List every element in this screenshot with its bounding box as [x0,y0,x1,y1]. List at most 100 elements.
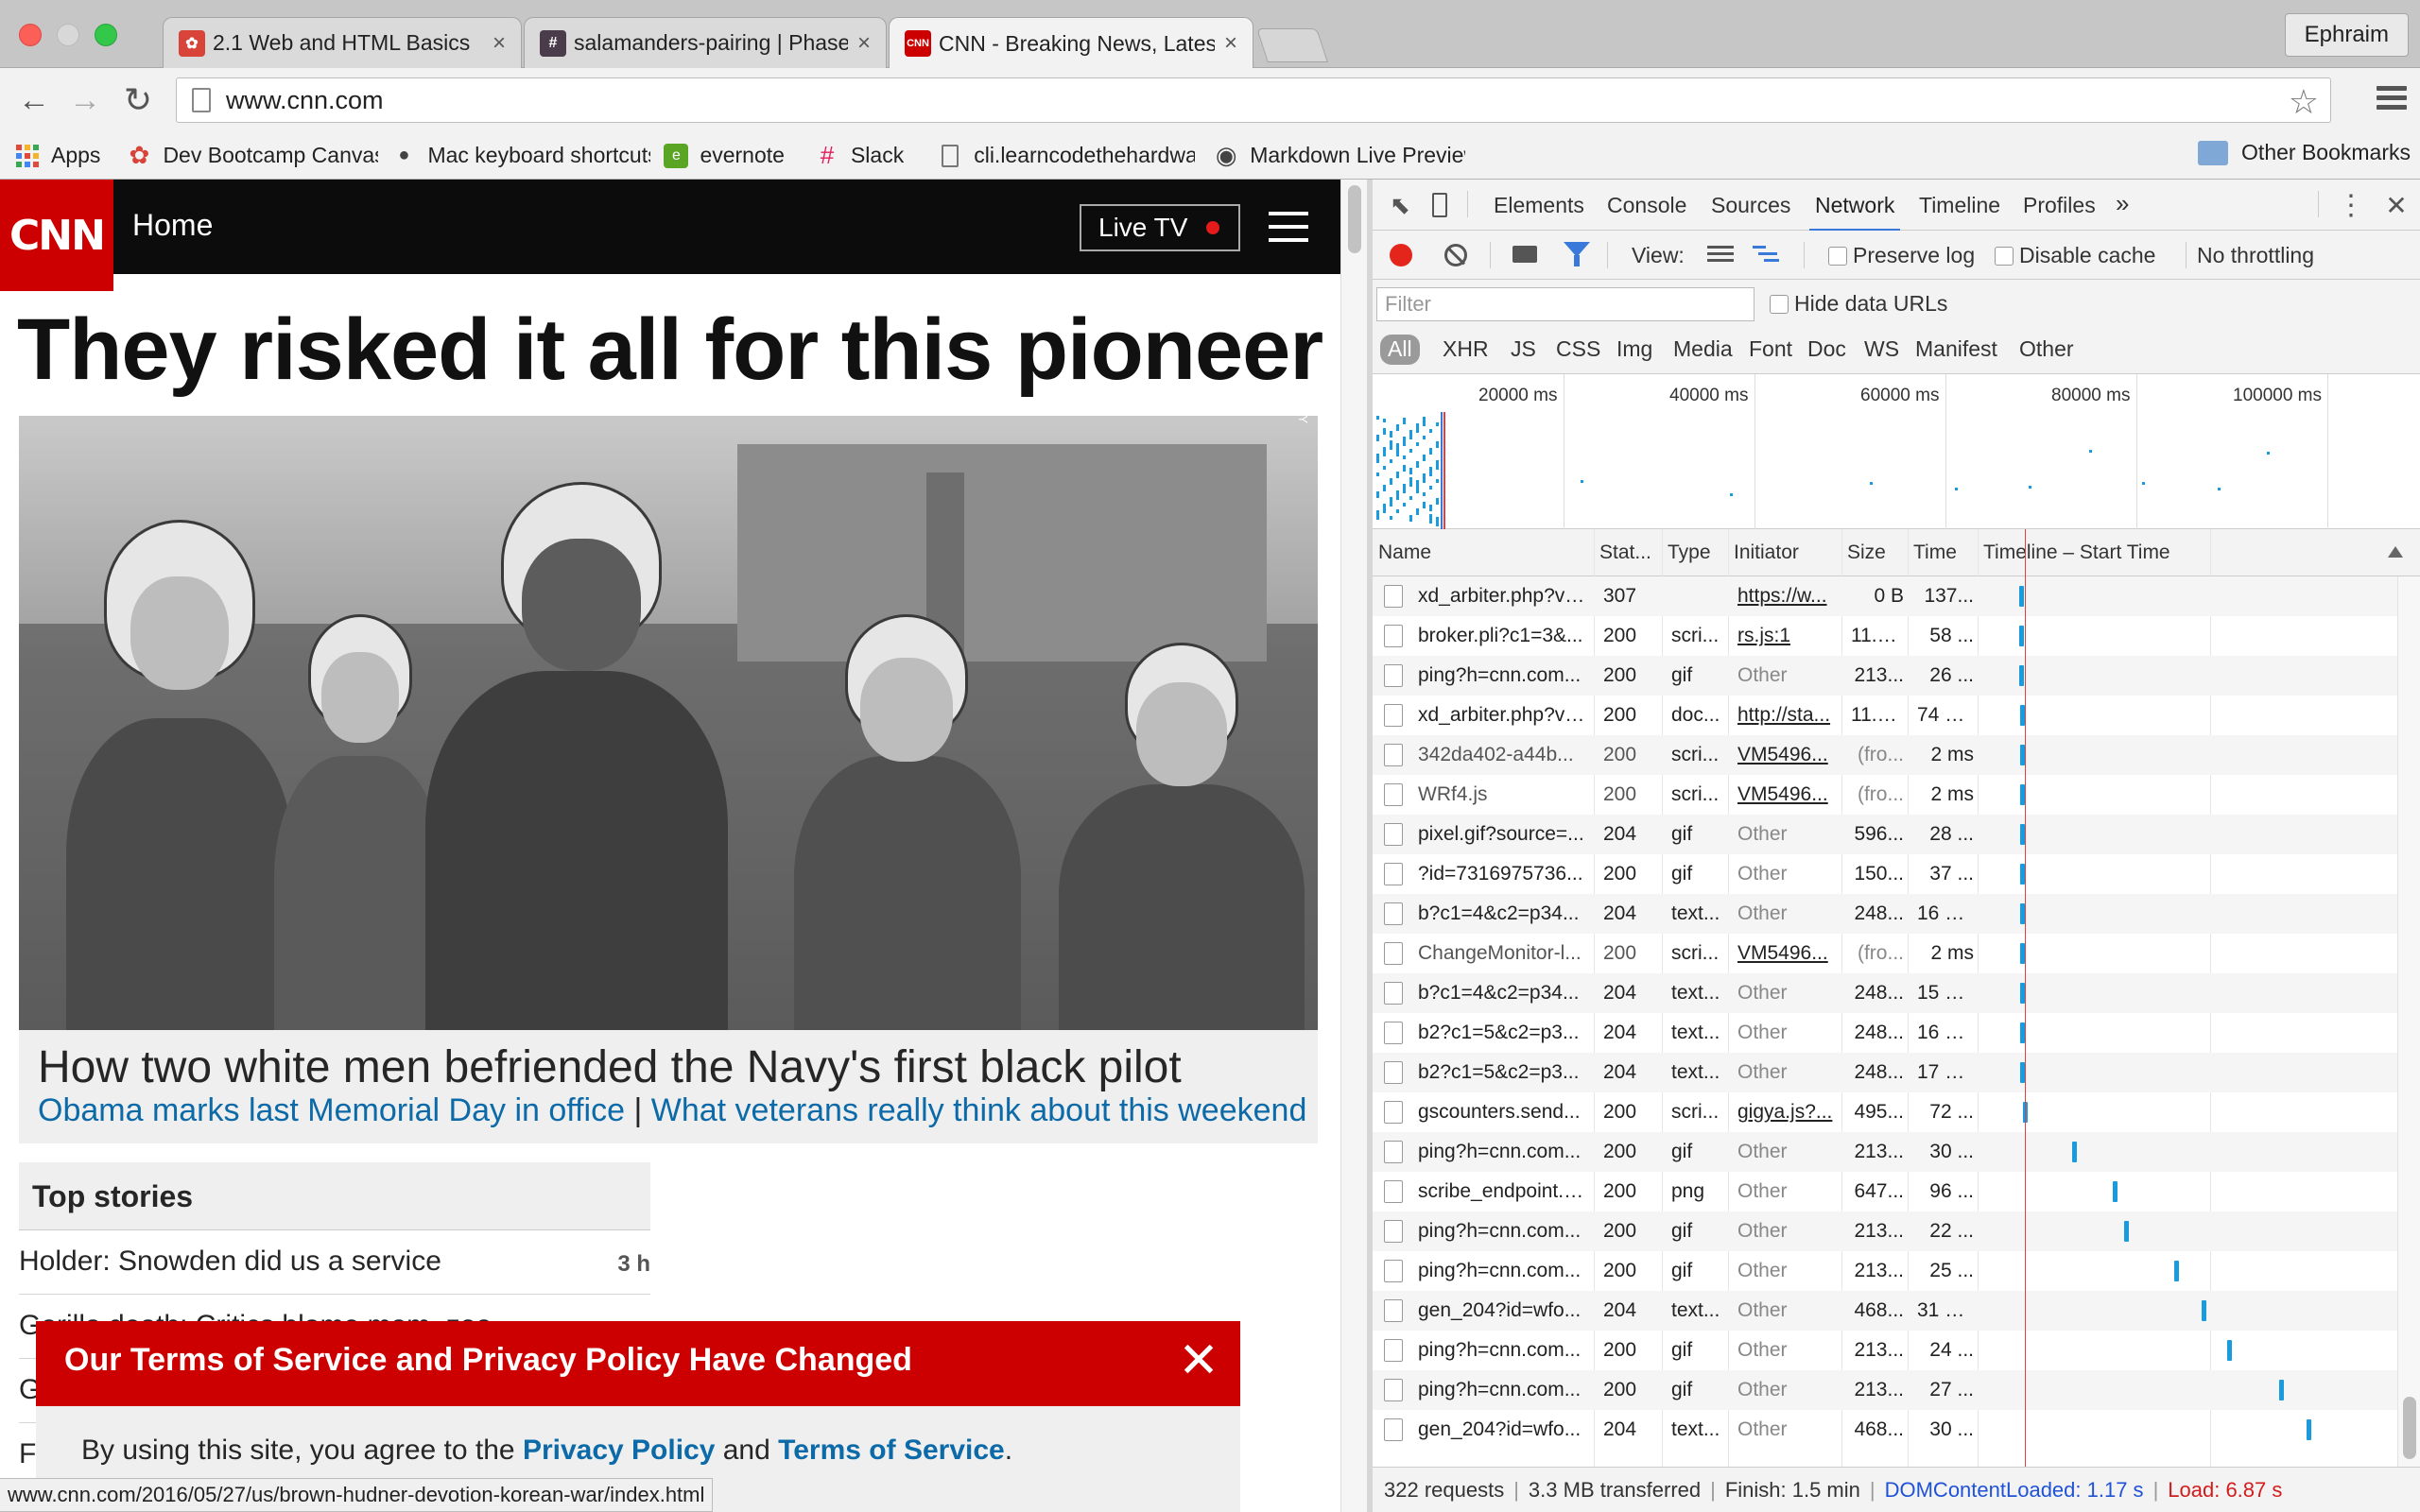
tab-network[interactable]: Network [1808,193,1901,232]
record-icon[interactable] [1390,244,1412,266]
request-row[interactable]: gen_204?id=wfo... 204 text... Other 468... 31… [1373,1291,2403,1331]
forward-arrow-icon[interactable]: → [64,79,106,121]
hamburger-menu-icon[interactable] [1269,212,1308,242]
filter-type-css[interactable]: CSS [1548,335,1608,365]
column-type[interactable]: Type [1662,529,1728,576]
column-name[interactable]: Name [1373,529,1594,576]
close-window-button[interactable] [19,24,42,46]
preserve-log-checkbox[interactable]: Preserve log [1828,243,1975,268]
waterfall-view-icon[interactable] [1753,246,1779,266]
story-item[interactable]: Holder: Snowden did us a service 3 h [19,1230,650,1295]
request-row[interactable]: pixel.gif?source=... 204 gif Other 596... 28 … [1373,815,2403,854]
cnn-logo[interactable]: CNN [0,180,113,291]
tab-cnn[interactable]: CNN CNN - Breaking News, Latest × [889,17,1253,69]
filter-type-js[interactable]: JS [1503,335,1544,365]
other-bookmarks[interactable]: Other Bookmarks [2198,140,2411,165]
filter-input[interactable]: Filter [1376,287,1754,321]
chrome-menu-icon[interactable] [2373,81,2411,119]
bookmark-learncode[interactable]: cli.learncodethehardway [938,143,1195,168]
filter-type-ws[interactable]: WS [1857,335,1907,365]
clear-icon[interactable] [1444,244,1467,266]
bookmark-star-icon[interactable]: ☆ [2289,82,2319,122]
capture-screenshots-icon[interactable] [1512,246,1537,263]
scrollbar-thumb[interactable] [1348,185,1361,253]
request-initiator[interactable]: https://w... [1737,576,1838,616]
more-tabs-icon[interactable]: » [2116,189,2129,218]
terms-of-service-link[interactable]: Terms of Service [778,1435,1005,1466]
close-tab-icon[interactable]: × [493,30,506,57]
page-scrollbar[interactable] [1340,180,1367,1512]
related-link-obama[interactable]: Obama marks last Memorial Day in office [38,1092,625,1128]
filter-type-img[interactable]: Img [1609,335,1660,365]
filter-type-doc[interactable]: Doc [1800,335,1854,365]
tab-web-html-basics[interactable]: ✿ 2.1 Web and HTML Basics × [163,17,522,68]
column-initiator[interactable]: Initiator [1728,529,1841,576]
close-icon[interactable]: ✕ [1174,1336,1223,1385]
bookmark-dev-bootcamp[interactable]: ✿ Dev Bootcamp Canvas [127,141,379,169]
filter-type-media[interactable]: Media [1666,335,1740,365]
profile-button[interactable]: Ephraim [2284,13,2409,57]
request-row[interactable]: b2?c1=5&c2=p3... 204 text... Other 248... 17 … [1373,1053,2403,1092]
hide-data-urls-checkbox[interactable]: Hide data URLs [1770,291,1947,317]
reload-icon[interactable]: ↻ [117,79,159,121]
request-initiator[interactable]: VM5496... [1737,775,1838,815]
page-headline[interactable]: They risked it all for this pioneer [17,301,1323,400]
throttling-select[interactable]: No throttling [2197,243,2314,268]
bookmark-apps[interactable]: Apps [15,143,100,168]
request-initiator[interactable]: VM5496... [1737,934,1838,973]
related-link-veterans[interactable]: What veterans really think about this we… [651,1092,1307,1128]
request-initiator[interactable]: VM5496... [1737,735,1838,775]
tab-console[interactable]: Console [1607,193,1686,218]
inspect-element-icon[interactable]: ⬉ [1386,191,1414,219]
column-time[interactable]: Time [1908,529,1978,576]
new-tab-button[interactable] [1256,28,1328,62]
request-row[interactable]: broker.pli?c1=3&... 200 scri... rs.js:1 11.0… [1373,616,2403,656]
request-row[interactable]: 342da402-a44b... 200 scri... VM5496... (fro.… [1373,735,2403,775]
request-row[interactable]: ping?h=cnn.com... 200 gif Other 213... 30 ... [1373,1132,2403,1172]
request-row[interactable]: gen_204?id=wfo... 204 text... Other 468... 30… [1373,1410,2403,1450]
tab-timeline[interactable]: Timeline [1919,193,2000,218]
back-arrow-icon[interactable]: ← [13,79,55,121]
request-row[interactable]: ChangeMonitor-l... 200 scri... VM5496... (fr… [1373,934,2403,973]
request-row[interactable]: WRf4.js 200 scri... VM5496... (fro... 2 ms [1373,775,2403,815]
scrollbar-thumb[interactable] [2403,1397,2416,1459]
filter-icon[interactable] [1564,242,1590,266]
request-initiator[interactable]: http://sta... [1737,696,1838,735]
request-row[interactable]: ping?h=cnn.com... 200 gif Other 213... 25 ... [1373,1251,2403,1291]
filter-type-all[interactable]: All [1380,335,1420,365]
bookmark-slack[interactable]: # Slack [815,141,904,169]
request-row[interactable]: gscounters.send... 200 scri... gigya.js?...… [1373,1092,2403,1132]
list-view-icon[interactable] [1707,246,1734,266]
bookmark-mac-shortcuts[interactable]: ● Mac keyboard shortcuts [391,143,650,168]
minimize-window-button[interactable] [57,24,79,46]
request-row[interactable]: xd_arbiter.php?ve... 307 https://w... 0 B 13… [1373,576,2403,616]
request-row[interactable]: b?c1=4&c2=p34... 204 text... Other 248... 16 … [1373,894,2403,934]
tab-salamanders-pairing[interactable]: # salamanders-pairing | Phase × [524,17,887,68]
filter-type-other[interactable]: Other [2012,335,2082,365]
request-row[interactable]: scribe_endpoint.p... 200 png Other 647... 96 … [1373,1172,2403,1211]
sort-ascending-icon[interactable] [2388,546,2403,558]
request-row[interactable]: xd_arbiter.php?ve... 200 doc... http://sta.… [1373,696,2403,735]
request-row[interactable]: ?id=7316975736... 200 gif Other 150... 37 ... [1373,854,2403,894]
request-row[interactable]: ping?h=cnn.com... 200 gif Other 213... 27 ... [1373,1370,2403,1410]
request-row[interactable]: ping?h=cnn.com... 200 gif Other 213... 22 ... [1373,1211,2403,1251]
request-row[interactable]: ping?h=cnn.com... 200 gif Other 213... 24 ... [1373,1331,2403,1370]
network-overview[interactable]: 20000 ms 40000 ms 60000 ms 80000 ms 1000… [1373,374,2420,529]
column-size[interactable]: Size [1841,529,1908,576]
disable-cache-checkbox[interactable]: Disable cache [1995,243,2155,268]
tab-profiles[interactable]: Profiles [2023,193,2096,218]
request-row[interactable]: b2?c1=5&c2=p3... 204 text... Other 248... 16 … [1373,1013,2403,1053]
request-initiator[interactable]: rs.js:1 [1737,616,1838,656]
filter-type-manifest[interactable]: Manifest [1908,335,2005,365]
tab-elements[interactable]: Elements [1494,193,1584,218]
kebab-menu-icon[interactable]: ⋮ [2337,190,2365,221]
filter-type-xhr[interactable]: XHR [1435,335,1496,365]
close-tab-icon[interactable]: × [857,30,871,57]
close-devtools-icon[interactable]: ✕ [2382,191,2411,220]
tab-sources[interactable]: Sources [1711,193,1790,218]
bookmark-markdown[interactable]: ◉ Markdown Live Preview [1214,141,1465,169]
request-row[interactable]: ping?h=cnn.com... 200 gif Other 213... 26 ... [1373,656,2403,696]
privacy-policy-link[interactable]: Privacy Policy [523,1435,715,1466]
column-status[interactable]: Stat... [1594,529,1662,576]
hero-photo[interactable]: US NAVY [19,416,1318,1030]
